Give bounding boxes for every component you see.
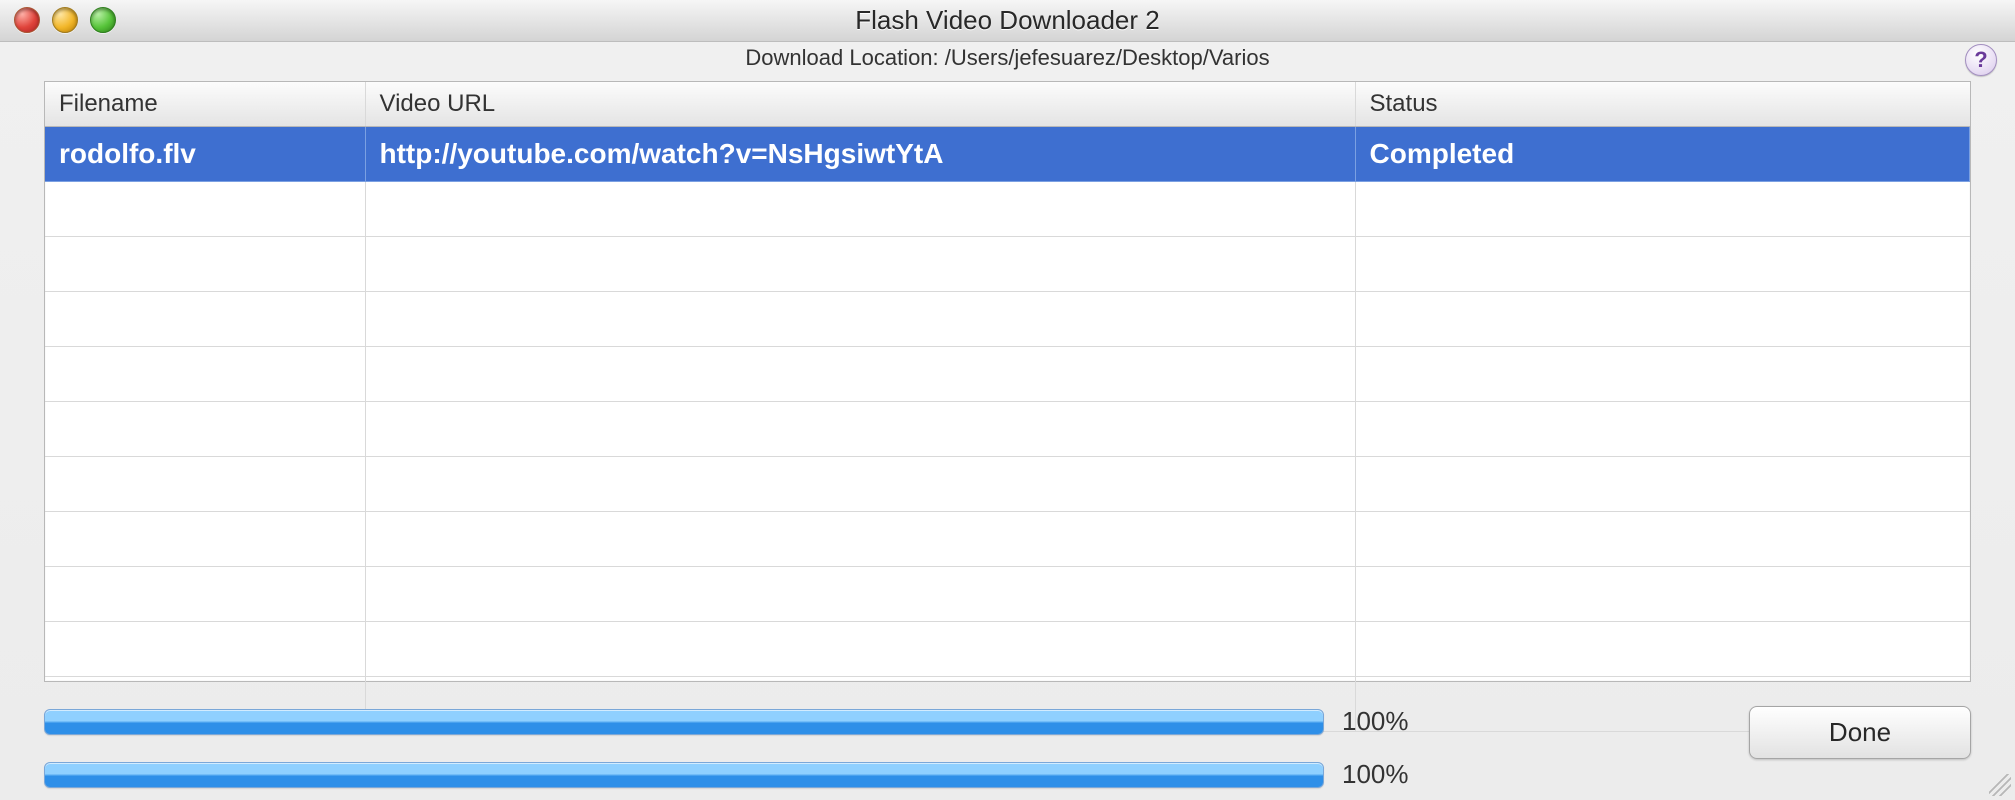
progress-bar-2 — [44, 762, 1324, 788]
empty-cell — [45, 456, 365, 511]
empty-cell — [365, 621, 1355, 676]
empty-cell — [365, 456, 1355, 511]
empty-cell — [1355, 346, 1970, 401]
empty-cell — [45, 621, 365, 676]
empty-cell — [45, 291, 365, 346]
resize-grip-icon[interactable] — [1989, 774, 2011, 796]
progress-2-label: 100% — [1342, 759, 1462, 790]
cell-status: Completed — [1355, 126, 1970, 181]
empty-cell — [1355, 181, 1970, 236]
empty-cell — [1355, 511, 1970, 566]
help-button[interactable]: ? — [1965, 44, 1997, 76]
zoom-icon[interactable] — [90, 7, 116, 33]
empty-cell — [45, 236, 365, 291]
empty-cell — [45, 511, 365, 566]
progress-1-label: 100% — [1342, 706, 1462, 737]
empty-cell — [1355, 291, 1970, 346]
table-row[interactable] — [45, 566, 1970, 621]
table-row[interactable] — [45, 401, 1970, 456]
table-row[interactable] — [45, 181, 1970, 236]
empty-cell — [45, 401, 365, 456]
empty-cell — [1355, 621, 1970, 676]
empty-cell — [365, 236, 1355, 291]
empty-cell — [45, 181, 365, 236]
help-icon: ? — [1974, 47, 1987, 73]
empty-cell — [365, 566, 1355, 621]
table-row[interactable] — [45, 621, 1970, 676]
titlebar: Flash Video Downloader 2 — [0, 0, 2015, 42]
table-row[interactable] — [45, 456, 1970, 511]
empty-cell — [365, 401, 1355, 456]
table-row[interactable] — [45, 511, 1970, 566]
table-header-row: Filename Video URL Status — [45, 82, 1970, 127]
col-filename[interactable]: Filename — [45, 82, 365, 127]
empty-cell — [365, 346, 1355, 401]
cell-video_url: http://youtube.com/watch?v=NsHgsiwtYtA — [365, 126, 1355, 181]
empty-cell — [45, 566, 365, 621]
empty-cell — [365, 181, 1355, 236]
table-row[interactable] — [45, 346, 1970, 401]
empty-cell — [1355, 566, 1970, 621]
downloads-table: Filename Video URL Status rodolfo.flvhtt… — [44, 81, 1971, 682]
empty-cell — [365, 511, 1355, 566]
done-button[interactable]: Done — [1749, 706, 1971, 759]
table-row[interactable]: rodolfo.flvhttp://youtube.com/watch?v=Ns… — [45, 126, 1970, 181]
col-status[interactable]: Status — [1355, 82, 1970, 127]
download-location-label: Download Location: /Users/jefesuarez/Des… — [745, 45, 1269, 71]
progress-bar-1 — [44, 709, 1324, 735]
window-controls — [14, 7, 116, 33]
empty-cell — [1355, 236, 1970, 291]
download-location-bar: Download Location: /Users/jefesuarez/Des… — [0, 42, 2015, 75]
bottom-bar: 100% Done 100% — [0, 682, 2015, 800]
cell-filename: rodolfo.flv — [45, 126, 365, 181]
empty-cell — [365, 291, 1355, 346]
empty-cell — [1355, 456, 1970, 511]
empty-cell — [1355, 401, 1970, 456]
col-video-url[interactable]: Video URL — [365, 82, 1355, 127]
window: Flash Video Downloader 2 Download Locati… — [0, 0, 2015, 800]
empty-cell — [45, 346, 365, 401]
window-title: Flash Video Downloader 2 — [855, 5, 1159, 36]
table-row[interactable] — [45, 291, 1970, 346]
close-icon[interactable] — [14, 7, 40, 33]
minimize-icon[interactable] — [52, 7, 78, 33]
table-row[interactable] — [45, 236, 1970, 291]
